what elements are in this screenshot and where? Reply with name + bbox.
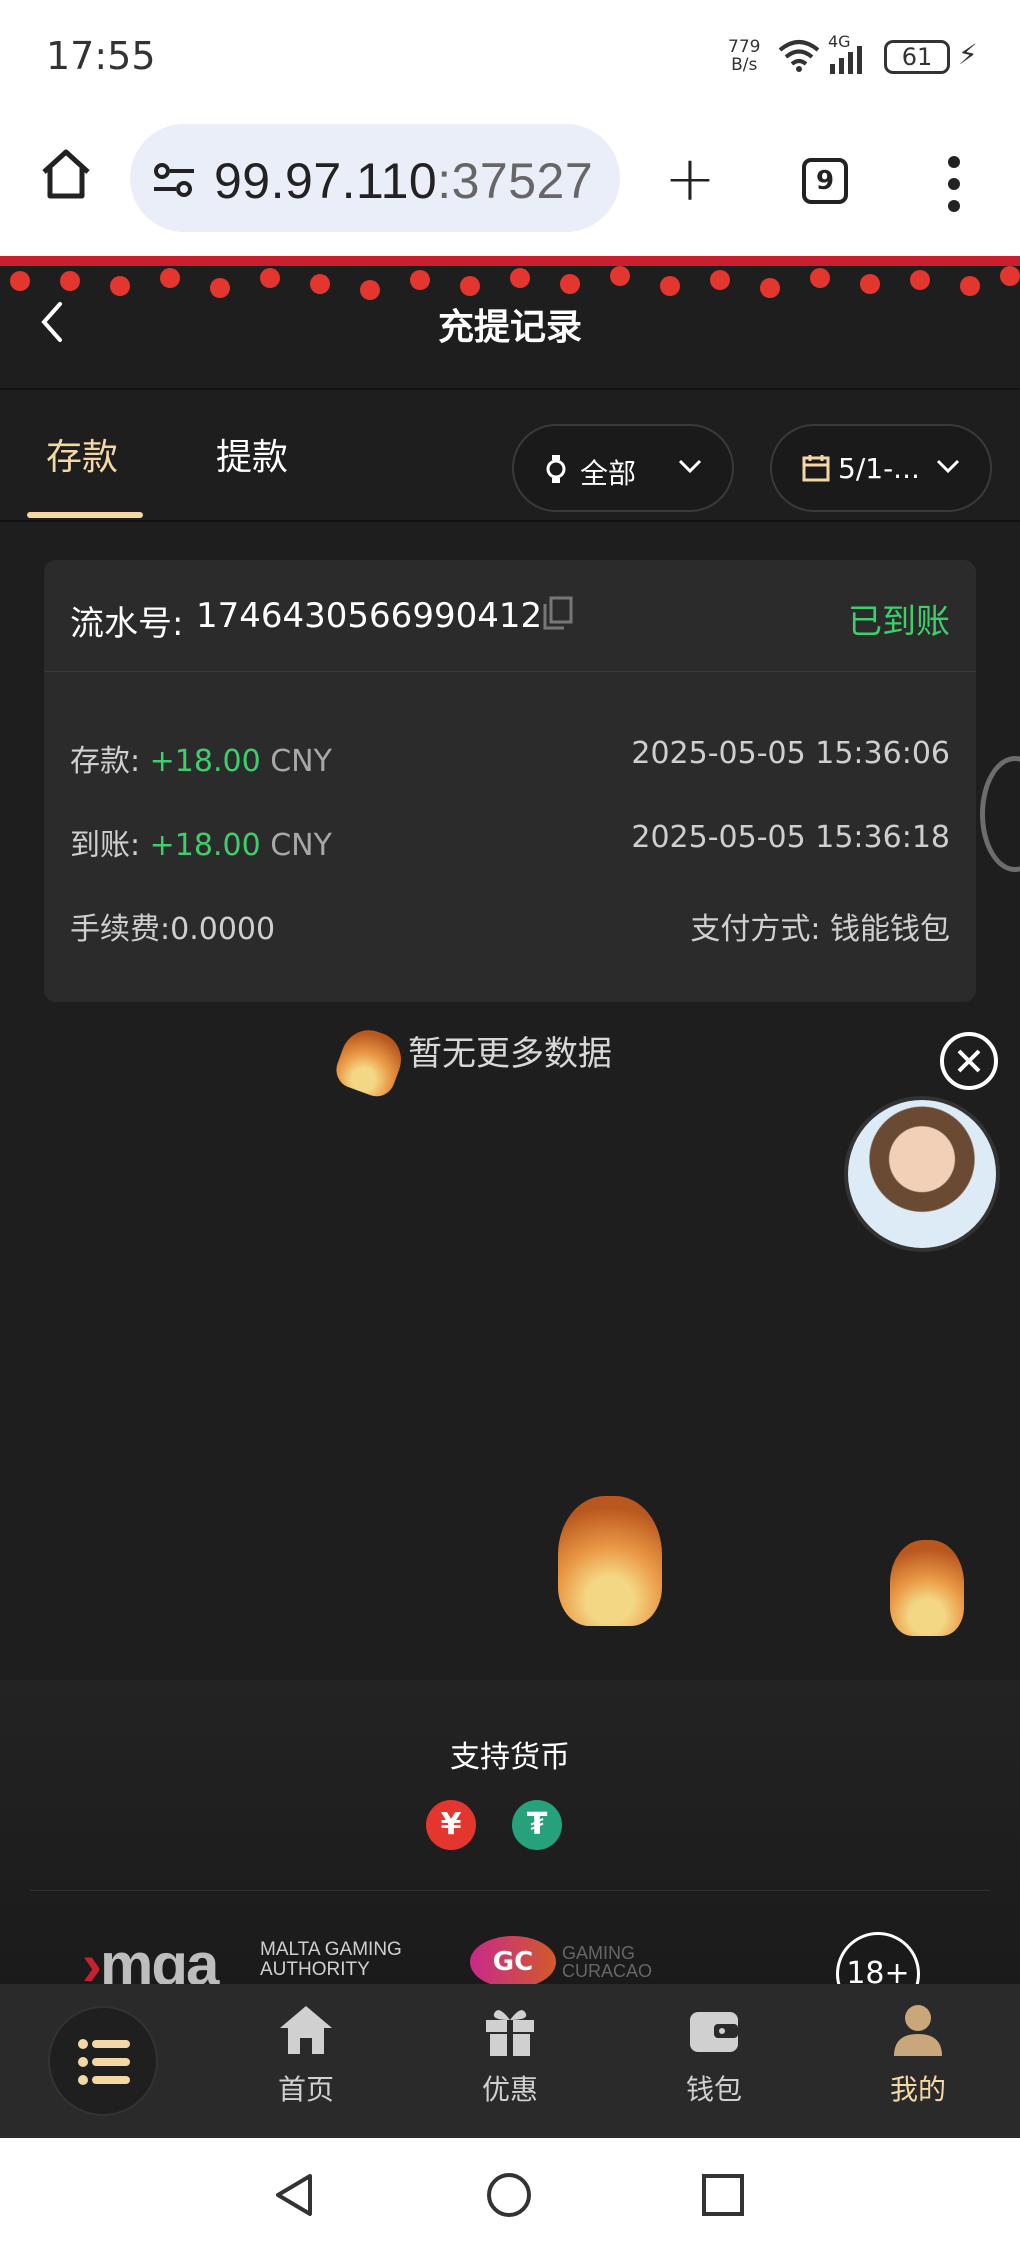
- gc-line1: GAMING: [562, 1943, 636, 1963]
- nav-promotions-label: 优惠: [481, 2073, 538, 2106]
- watch-icon: [546, 455, 566, 483]
- bottom-navigation: 首页 优惠 钱包 我的: [0, 1984, 1020, 2138]
- browser-home-icon[interactable]: [38, 146, 94, 202]
- status-filter-label: 全部: [580, 457, 637, 490]
- wifi-icon: [778, 40, 820, 72]
- gc-line2: CURACAO: [562, 1961, 653, 1981]
- sky-lantern-decoration: [890, 1540, 964, 1636]
- active-tab-indicator: [27, 512, 143, 518]
- deposit-amount: +18.00: [149, 744, 261, 779]
- tab-deposit[interactable]: 存款: [46, 428, 118, 480]
- back-icon[interactable]: [272, 2172, 318, 2218]
- nav-profile[interactable]: 我的: [863, 2002, 973, 2108]
- deposit-info: 存款: +18.00 CNY: [70, 736, 332, 780]
- new-tab-icon[interactable]: +: [664, 142, 716, 215]
- browser-toolbar: 99.97.110:37527 + 9: [0, 118, 1020, 256]
- deposit-time: 2025-05-05 15:36:06: [631, 736, 950, 771]
- nav-wallet-label: 钱包: [685, 2073, 742, 2106]
- tab-switcher-button[interactable]: 9: [802, 158, 848, 204]
- customer-service-avatar[interactable]: [844, 1096, 1000, 1252]
- url-port: :37527: [437, 153, 594, 209]
- date-filter-dropdown[interactable]: 5/1-...: [770, 424, 992, 512]
- nav-home[interactable]: 首页: [251, 2002, 361, 2108]
- deposit-currency: CNY: [270, 744, 332, 779]
- no-more-data-text: 暂无更多数据: [408, 1034, 612, 1074]
- list-menu-icon: [78, 2039, 130, 2085]
- tab-withdraw[interactable]: 提款: [216, 428, 288, 480]
- clock: 17:55: [46, 34, 156, 78]
- home-icon: [280, 2006, 332, 2054]
- payment-method: 支付方式: 钱能钱包: [690, 912, 950, 947]
- cny-currency-icon: ¥: [426, 1800, 476, 1850]
- recent-apps-icon[interactable]: [700, 2172, 746, 2218]
- copy-icon[interactable]: [542, 596, 574, 630]
- net-speed-unit: B/s: [731, 55, 758, 75]
- record-card-header: 流水号: 1746430566990412 已到账: [44, 560, 976, 672]
- floating-widget-edge[interactable]: [980, 756, 1020, 872]
- gaming-curacao-text: GAMING CURACAO: [562, 1944, 652, 1980]
- menu-button[interactable]: [48, 2006, 158, 2116]
- close-support-widget-button[interactable]: [940, 1032, 998, 1090]
- more-menu-icon[interactable]: [946, 154, 962, 214]
- nav-wallet[interactable]: 钱包: [659, 2002, 769, 2108]
- credited-currency: CNY: [270, 828, 332, 863]
- page-header: 充提记录: [0, 256, 1020, 390]
- battery-indicator: 61: [884, 40, 950, 74]
- charging-icon: ⚡: [958, 38, 978, 71]
- nav-home-label: 首页: [277, 2073, 334, 2106]
- mga-line2: AUTHORITY: [260, 1959, 370, 1980]
- home-circle-icon[interactable]: [486, 2172, 532, 2218]
- chevron-down-icon: [678, 459, 702, 474]
- url-text: 99.97.110:37527: [214, 152, 593, 210]
- site-settings-icon[interactable]: [152, 162, 196, 198]
- nav-profile-label: 我的: [889, 2073, 946, 2106]
- close-icon: [957, 1049, 981, 1073]
- supported-currency-title: 支持货币: [450, 1740, 570, 1775]
- chevron-down-icon: [936, 459, 960, 474]
- page-content: 充提记录 存款 提款 全部 5/1-... 流水号: 1746430566990…: [0, 256, 1020, 2138]
- credited-time: 2025-05-05 15:36:18: [631, 820, 950, 855]
- status-filter-dropdown[interactable]: 全部: [512, 424, 734, 512]
- page-title: 充提记录: [437, 307, 582, 348]
- serial-number: 1746430566990412: [196, 596, 543, 636]
- wallet-icon: [690, 2012, 738, 2052]
- system-navigation-bar: [0, 2138, 1020, 2250]
- record-tabs: 存款 提款 全部 5/1-...: [0, 392, 1020, 522]
- mga-authority-text: MALTA GAMING AUTHORITY: [260, 1940, 402, 1980]
- url-host: 99.97.110: [214, 153, 438, 209]
- deposit-label: 存款:: [70, 744, 141, 779]
- serial-label: 流水号:: [70, 604, 184, 644]
- fee-text: 手续费:0.0000: [70, 912, 276, 947]
- net-speed: 779 B/s: [728, 38, 760, 74]
- status-bar: 17:55 779 B/s 4G 61 ⚡: [0, 0, 1020, 118]
- credited-info: 到账: +18.00 CNY: [70, 820, 332, 864]
- calendar-icon: [802, 455, 830, 482]
- net-speed-value: 779: [728, 37, 761, 57]
- user-icon: [894, 2005, 942, 2056]
- deposit-record-card: 流水号: 1746430566990412 已到账 存款: +18.00 CNY…: [44, 560, 976, 1002]
- nav-promotions[interactable]: 优惠: [455, 2002, 565, 2108]
- status-badge: 已到账: [848, 602, 950, 642]
- gift-icon: [486, 2010, 534, 2056]
- date-filter-label: 5/1-...: [838, 452, 920, 485]
- sky-lantern-decoration: [558, 1496, 662, 1626]
- address-bar[interactable]: 99.97.110:37527: [130, 124, 620, 232]
- usdt-currency-icon: ₮: [512, 1800, 562, 1850]
- credited-amount: +18.00: [149, 828, 261, 863]
- gaming-curacao-logo: GC: [470, 1936, 556, 1988]
- mga-line1: MALTA GAMING: [260, 1939, 402, 1960]
- credited-label: 到账:: [70, 828, 141, 863]
- divider: [30, 1890, 990, 1891]
